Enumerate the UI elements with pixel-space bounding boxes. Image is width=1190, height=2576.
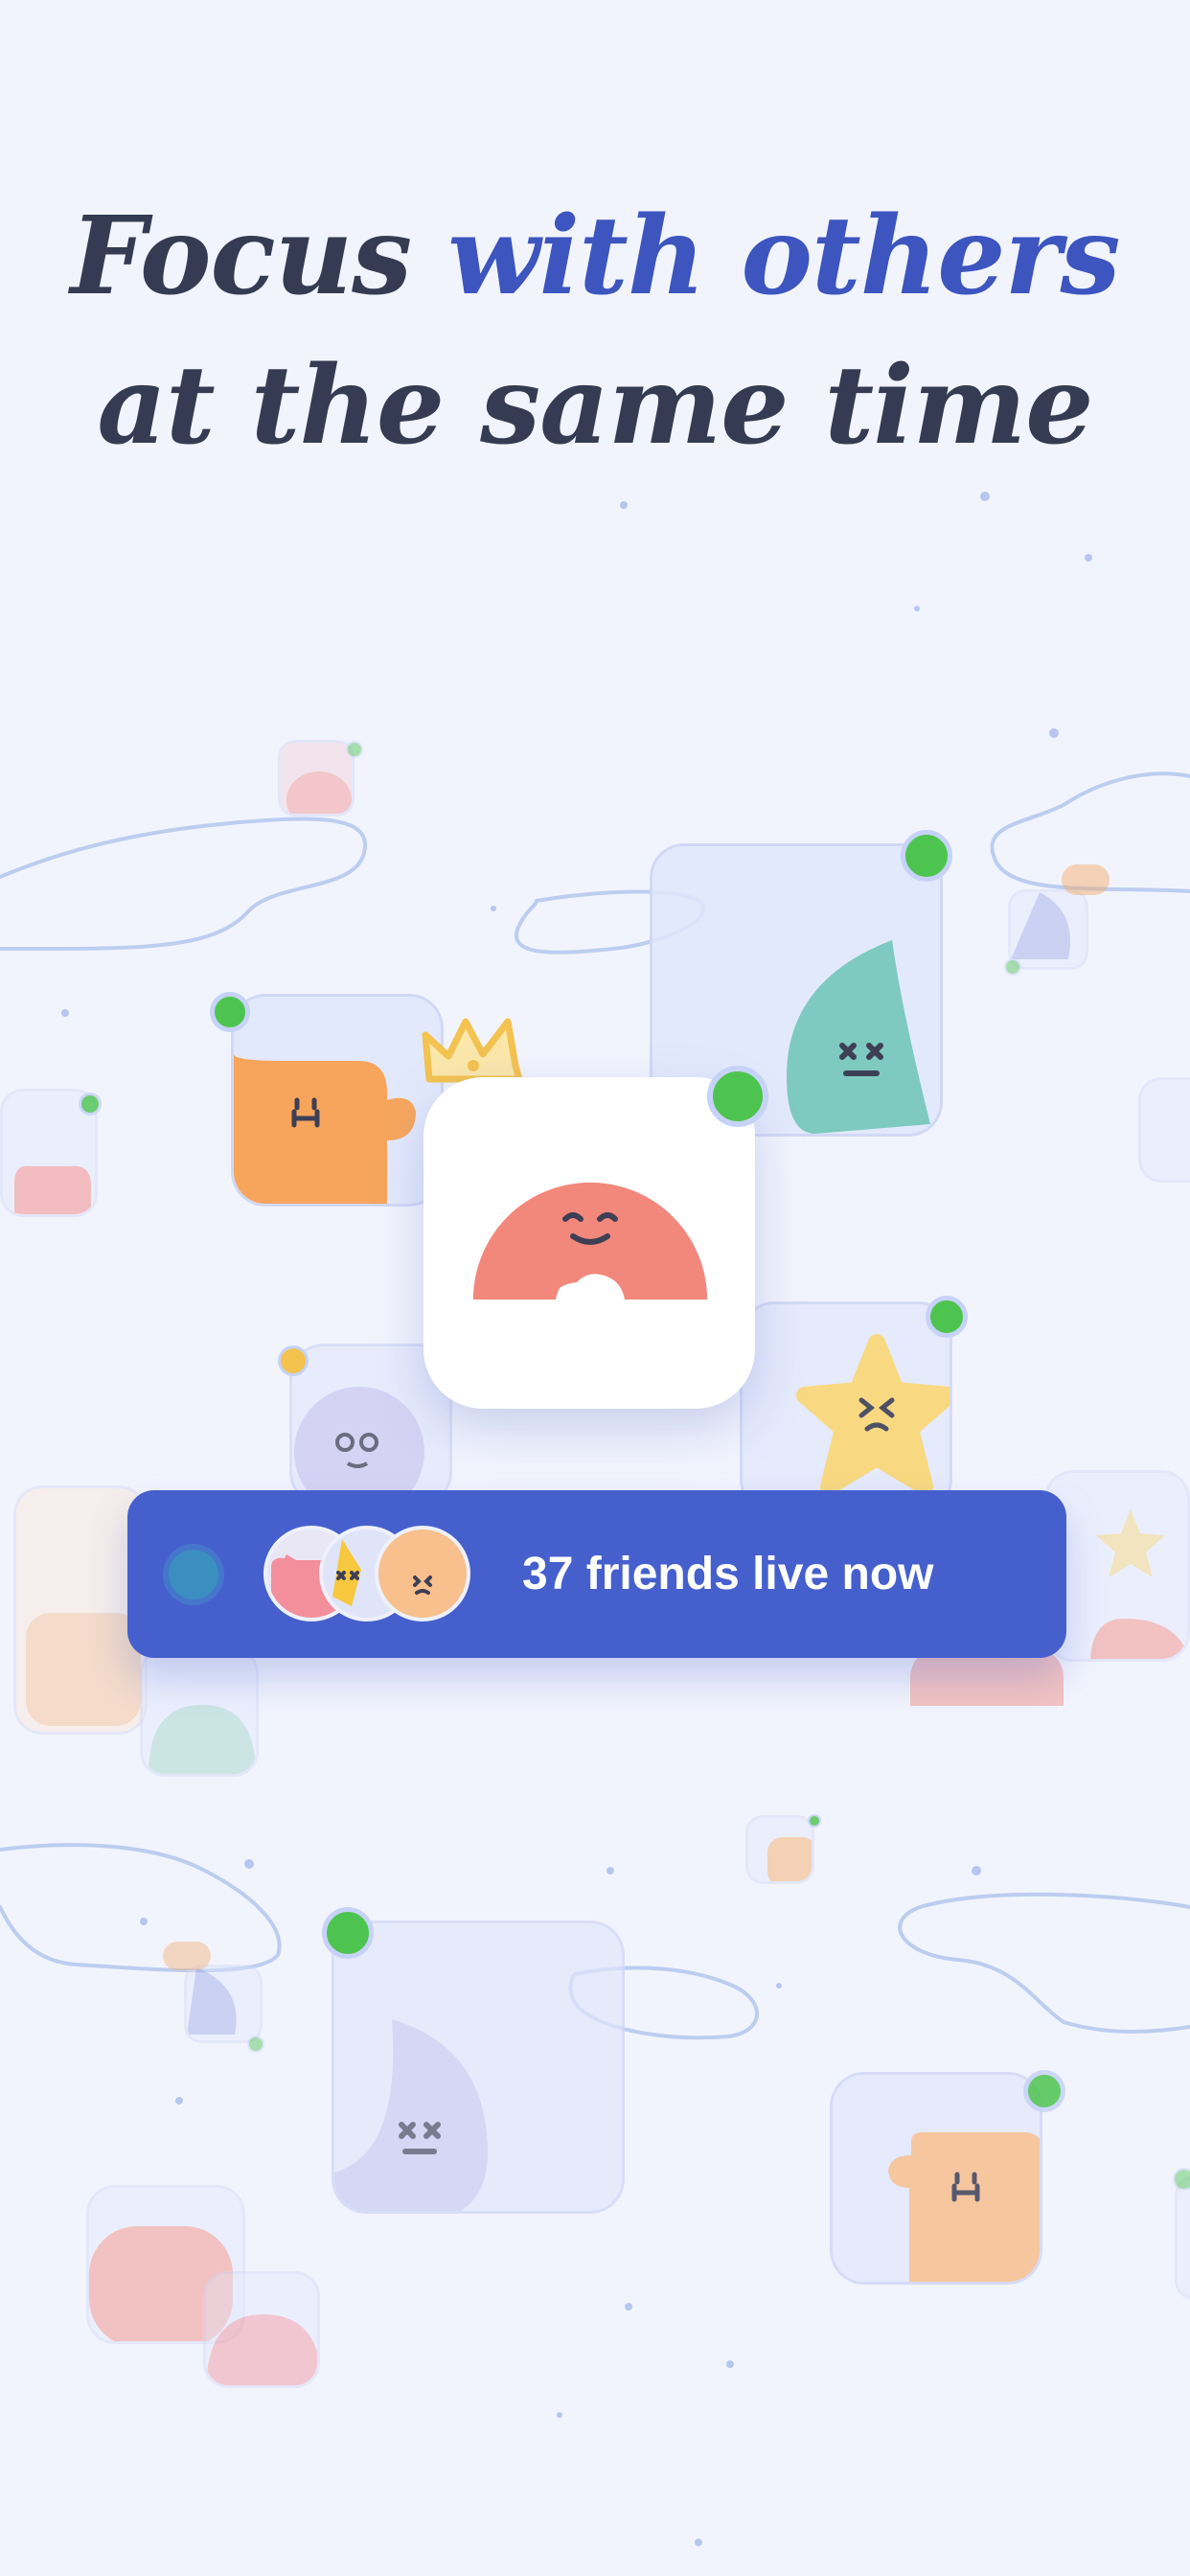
online-status-icon <box>278 1346 309 1376</box>
online-status-icon <box>346 741 363 758</box>
headline-accent-text: with others <box>447 194 1120 319</box>
moon-character-icon <box>187 1967 237 2035</box>
moon-character-icon <box>334 2019 488 2211</box>
online-status-icon <box>79 1092 102 1116</box>
moon-character-icon <box>1011 892 1070 959</box>
avatar-tile <box>278 740 355 816</box>
headline-plain-text: Focus <box>70 194 448 319</box>
online-status-icon <box>210 992 250 1032</box>
blob-character-icon <box>1062 864 1110 895</box>
my-avatar-tile <box>423 1077 755 1409</box>
headline-line-2: at the same time <box>97 343 1093 469</box>
star-character-icon <box>1092 1505 1169 1581</box>
online-status-icon <box>322 1907 374 1959</box>
headline-line-1: Focus with others <box>0 182 1190 332</box>
online-status-icon <box>901 830 952 882</box>
online-status-icon <box>808 1814 821 1828</box>
online-status-icon <box>1023 2070 1065 2112</box>
avatar-tile <box>332 1920 625 2214</box>
online-status-icon <box>1173 2168 1190 2191</box>
avatar-tile <box>740 1301 952 1514</box>
live-indicator-icon <box>169 1550 218 1599</box>
avatar-tile <box>231 994 444 1207</box>
blob-character-icon <box>767 1837 812 1881</box>
avatar-tile <box>745 1815 814 1884</box>
peach-blob-avatar <box>378 1530 467 1618</box>
online-status-icon <box>247 2036 264 2053</box>
avatar-tile <box>1008 889 1088 970</box>
friend-avatar-peach <box>375 1526 470 1622</box>
star-character-icon <box>796 1334 950 1495</box>
friends-live-banner[interactable]: 37 friends live now <box>127 1490 1066 1658</box>
blob-character-icon <box>149 1705 256 1774</box>
blob-character-icon <box>206 2314 317 2385</box>
hero-character-icon <box>473 1183 707 1300</box>
avatar-tile <box>184 1965 263 2043</box>
friends-live-label: 37 friends live now <box>522 1549 934 1599</box>
blob-character-icon <box>163 1942 211 1970</box>
page-title: Focus with others at the same time <box>0 182 1190 481</box>
avatar-tile <box>1175 2175 1190 2300</box>
online-status-icon <box>926 1296 968 1338</box>
online-status-icon <box>1004 958 1021 976</box>
avatar-tile <box>203 2271 320 2388</box>
avatar-tile <box>1138 1077 1190 1183</box>
blob-character-icon <box>286 771 352 814</box>
blob-character-icon <box>888 2131 1040 2282</box>
avatar-tile <box>830 2072 1042 2285</box>
avatar-tile <box>140 1648 259 1777</box>
online-status-icon <box>707 1066 768 1127</box>
blob-character-icon <box>234 1054 416 1204</box>
